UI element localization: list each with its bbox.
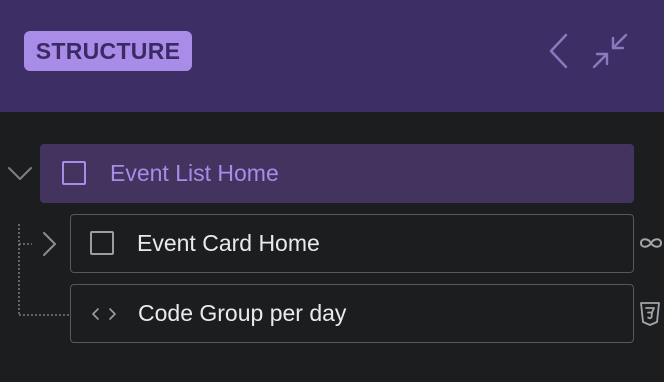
tree-item-event-list-home[interactable]: Event List Home [40, 144, 634, 203]
chevron-left-icon[interactable] [544, 32, 572, 70]
expand-chevron-right-icon[interactable] [40, 231, 60, 257]
square-icon [90, 231, 114, 255]
panel-header: STRUCTURE [0, 0, 664, 112]
code-icon [92, 308, 116, 320]
square-icon [62, 161, 86, 185]
infinity-icon [639, 238, 663, 248]
tree-item-label: Event List Home [110, 160, 279, 186]
tree-item-event-card-home[interactable]: Event Card Home [70, 214, 634, 273]
tree-item-label: Event Card Home [137, 230, 320, 256]
tree-item-code-group-per-day[interactable]: Code Group per day [70, 284, 634, 343]
tree-item-label: Code Group per day [138, 300, 347, 326]
expand-chevron-down-icon[interactable] [6, 164, 34, 184]
css3-icon [640, 302, 660, 326]
tree-connector-lines [18, 224, 70, 316]
panel-title-badge: STRUCTURE [24, 31, 192, 71]
arrows-in-icon[interactable] [590, 32, 630, 70]
